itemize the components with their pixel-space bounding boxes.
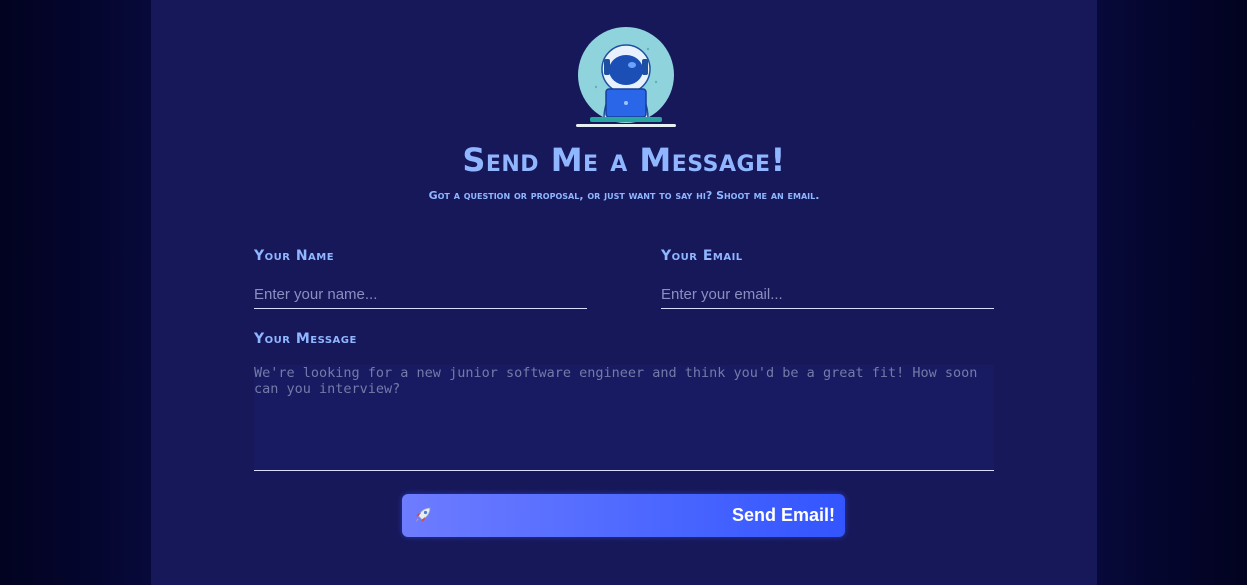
contact-panel: Send Me a Message! Got a question or pro… — [151, 0, 1097, 585]
astronaut-laptop-icon — [576, 27, 676, 127]
message-textarea[interactable] — [254, 365, 994, 471]
page-background: Send Me a Message! Got a question or pro… — [0, 0, 1247, 585]
message-label: Your Message — [254, 331, 357, 347]
name-input[interactable] — [254, 280, 587, 309]
email-label: Your Email — [661, 248, 743, 264]
name-label: Your Name — [254, 248, 335, 264]
send-email-button[interactable]: Send Email! — [402, 494, 845, 537]
rocket-icon — [416, 507, 431, 522]
email-input[interactable] — [661, 280, 994, 309]
page-subtitle: Got a question or proposal, or just want… — [428, 189, 820, 202]
page-title: Send Me a Message! — [462, 141, 786, 179]
send-email-label: Send Email! — [731, 505, 835, 525]
